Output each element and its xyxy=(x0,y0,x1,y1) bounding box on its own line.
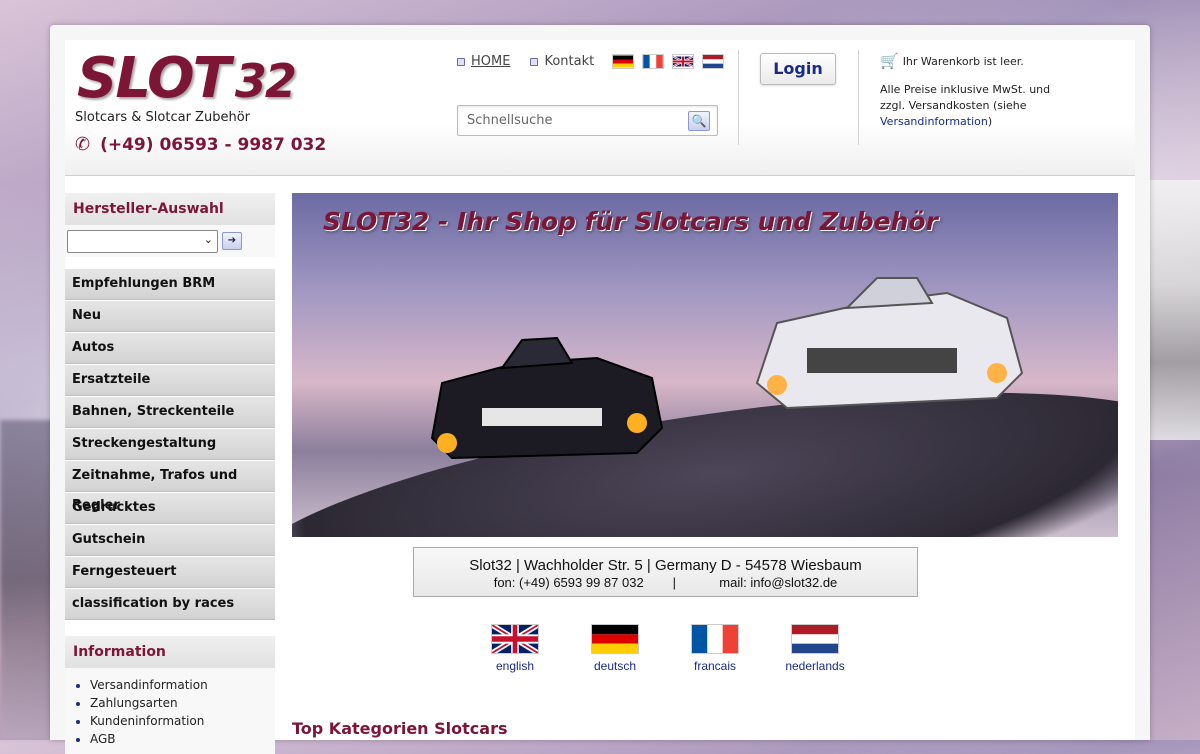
bullet-icon xyxy=(457,57,465,66)
manufacturer-selector: ⌄ ➔ xyxy=(65,225,275,257)
category-item[interactable]: Zeitnahme, Trafos und Regler xyxy=(65,461,275,513)
language-selector: english deutsch francais nederlands xyxy=(491,624,845,673)
quick-search: 🔍 xyxy=(457,105,718,136)
flag-gb-icon xyxy=(491,624,539,654)
language-french[interactable]: francais xyxy=(691,624,739,673)
shipping-info-link[interactable]: Versandinformation xyxy=(880,115,988,128)
manufacturer-title: Hersteller-Auswahl xyxy=(65,193,275,225)
address-box: Slot32 | Wachholder Str. 5 | Germany D -… xyxy=(413,547,918,597)
category-item[interactable]: Autos xyxy=(65,333,275,364)
nav-contact-link[interactable]: Kontakt xyxy=(530,54,594,69)
site-header: SLOT 32 Slotcars & Slotcar Zubehör ✆ (+49… xyxy=(65,40,1135,176)
flag-fr-icon[interactable] xyxy=(642,54,664,69)
hero-banner: SLOT32 - Ihr Shop für Slotcars und Zubeh… xyxy=(292,193,1118,537)
sidebar: Hersteller-Auswahl ⌄ ➔ Empfehlungen BRM … xyxy=(65,193,275,754)
section-title: Top Kategorien Slotcars xyxy=(292,719,508,738)
page-inner: SLOT 32 Slotcars & Slotcar Zubehör ✆ (+49… xyxy=(65,40,1135,754)
logo-number: 32 xyxy=(234,54,297,108)
category-item[interactable]: Gedrucktes xyxy=(65,493,275,524)
category-list: Empfehlungen BRM Neu Autos Ersatzteile B… xyxy=(65,269,275,620)
banner-car-black-image xyxy=(430,336,664,460)
category-item[interactable]: Gutschein xyxy=(65,525,275,556)
info-link[interactable]: Versandinformation xyxy=(90,676,275,694)
language-label: deutsch xyxy=(593,659,637,673)
price-note: Alle Preise inklusive MwSt. und zzgl. Ve… xyxy=(880,82,1135,130)
shopping-cart-icon[interactable]: 🛒 xyxy=(880,52,899,70)
manufacturer-dropdown[interactable]: ⌄ xyxy=(67,230,218,253)
header-divider xyxy=(738,50,739,145)
category-item[interactable]: Empfehlungen BRM xyxy=(65,269,275,300)
category-item[interactable]: classification by races xyxy=(65,589,275,620)
information-box: Information Versandinformation Zahlungsa… xyxy=(65,636,275,754)
address-line: Slot32 | Wachholder Str. 5 | Germany D -… xyxy=(469,557,862,574)
flag-de-icon xyxy=(591,624,639,654)
arrow-right-icon: ➔ xyxy=(227,235,237,246)
banner-title: SLOT32 - Ihr Shop für Slotcars und Zubeh… xyxy=(323,207,938,236)
contact-line: fon: (+49) 6593 99 87 032 | mail: info@s… xyxy=(493,575,838,590)
page-container: SLOT 32 Slotcars & Slotcar Zubehör ✆ (+49… xyxy=(50,25,1150,754)
flag-fr-icon xyxy=(691,624,739,654)
info-link[interactable]: AGB xyxy=(90,730,275,748)
language-label: francais xyxy=(693,659,737,673)
search-button[interactable]: 🔍 xyxy=(688,111,710,131)
phone-icon: ✆ xyxy=(75,134,91,155)
manufacturer-go-button[interactable]: ➔ xyxy=(222,232,242,250)
chevron-down-icon: ⌄ xyxy=(203,233,213,246)
banner-car-white-image xyxy=(755,277,1024,410)
price-note-line1: Alle Preise inklusive MwSt. und xyxy=(880,83,1051,96)
info-link[interactable]: Kundeninformation xyxy=(90,712,275,730)
cart-info: 🛒 Ihr Warenkorb ist leer. Alle Preise in… xyxy=(880,52,1135,130)
nav-home-link[interactable]: HOME xyxy=(457,54,510,69)
category-item[interactable]: Ersatzteile xyxy=(65,365,275,396)
logo-text: SLOT xyxy=(77,46,231,111)
category-item[interactable]: Neu xyxy=(65,301,275,332)
background-image-right xyxy=(1148,180,1200,440)
phone-text: (+49) 06593 - 9987 032 xyxy=(100,134,327,155)
nav-home-label: HOME xyxy=(471,54,511,69)
information-links: Versandinformation Zahlungsarten Kundeni… xyxy=(65,668,275,754)
cart-status: Ihr Warenkorb ist leer. xyxy=(902,54,1024,68)
flag-de-icon[interactable] xyxy=(612,54,634,69)
category-item[interactable]: Ferngesteuert xyxy=(65,557,275,588)
language-dutch[interactable]: nederlands xyxy=(785,624,845,673)
language-german[interactable]: deutsch xyxy=(591,624,639,673)
nav-contact-label: Kontakt xyxy=(544,54,595,69)
price-note-line2: zzgl. Versandkosten (siehe xyxy=(880,99,1027,112)
category-item[interactable]: Streckengestaltung xyxy=(65,429,275,460)
price-note-suffix: ) xyxy=(987,115,993,128)
flag-nl-icon[interactable] xyxy=(702,54,724,69)
header-divider xyxy=(858,50,859,145)
language-flags-top xyxy=(612,54,724,69)
bullet-icon xyxy=(530,57,539,66)
search-input[interactable] xyxy=(465,112,679,129)
top-navigation: HOME Kontakt xyxy=(457,54,594,69)
search-icon: 🔍 xyxy=(691,114,707,128)
category-item[interactable]: Bahnen, Streckenteile xyxy=(65,397,275,428)
info-link[interactable]: Zahlungsarten xyxy=(90,694,275,712)
language-label: nederlands xyxy=(785,659,845,673)
information-title: Information xyxy=(65,636,275,668)
flag-nl-icon xyxy=(791,624,839,654)
site-tagline: Slotcars & Slotcar Zubehör xyxy=(75,110,250,125)
login-button[interactable]: Login xyxy=(760,53,836,85)
site-logo[interactable]: SLOT 32 xyxy=(77,46,297,111)
phone-number: ✆ (+49) 06593 - 9987 032 xyxy=(75,134,326,155)
flag-gb-icon[interactable] xyxy=(672,54,694,69)
language-english[interactable]: english xyxy=(491,624,539,673)
language-label: english xyxy=(495,659,535,673)
